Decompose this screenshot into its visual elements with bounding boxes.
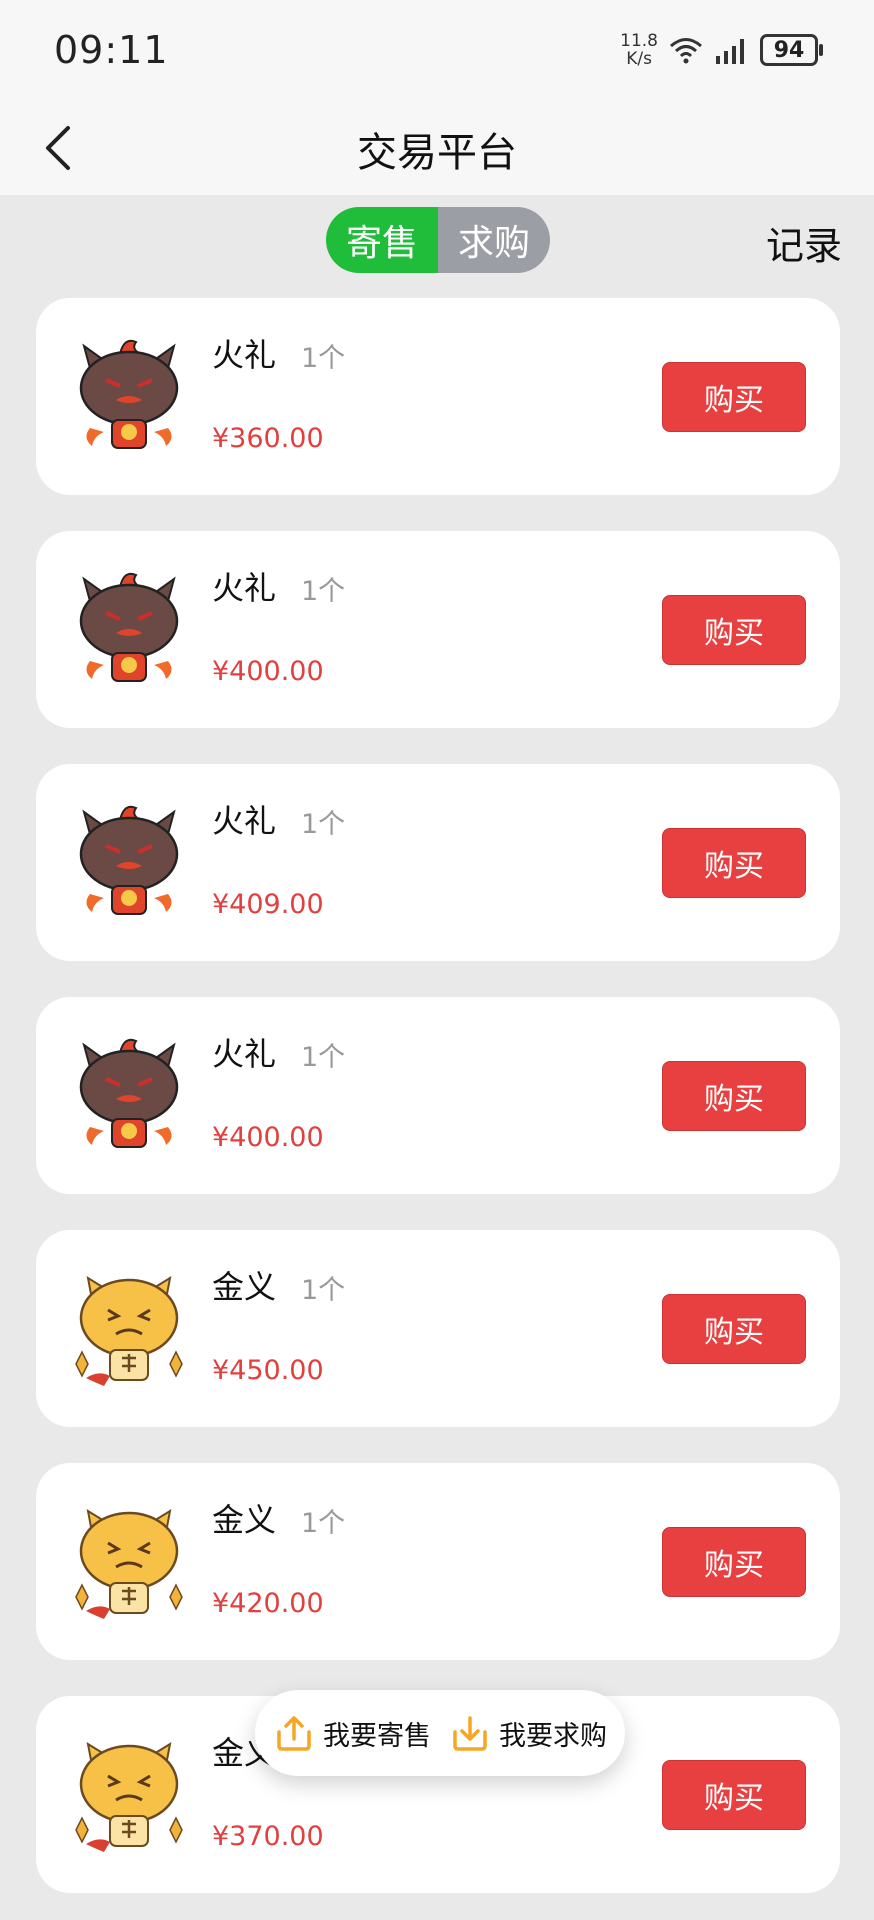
listing-card: 火礼 1个 ¥360.00 购买: [36, 298, 840, 495]
item-price: ¥420.00: [212, 1588, 324, 1619]
nav-bar: 交易平台: [0, 100, 874, 195]
item-name: 火礼: [212, 569, 277, 607]
item-name: 金义: [212, 1268, 277, 1306]
item-price: ¥450.00: [212, 1355, 324, 1386]
sell-action-button[interactable]: 我要寄售: [273, 1712, 431, 1754]
item-quantity: 1个: [301, 343, 346, 374]
sell-action-label: 我要寄售: [323, 1720, 431, 1752]
item-quantity: 1个: [301, 809, 346, 840]
floating-actions: 我要寄售 我要求购: [255, 1690, 625, 1776]
status-icons: 11.8 K/s 94: [620, 30, 823, 70]
page-title: 交易平台: [357, 130, 517, 176]
listing-card: 火礼 1个 ¥400.00 购买: [36, 531, 840, 728]
item-price: ¥370.00: [212, 1821, 324, 1852]
tab-sell[interactable]: 寄售: [326, 207, 438, 273]
item-name: 金义: [212, 1501, 277, 1539]
buy-button[interactable]: 购买: [662, 362, 806, 432]
listing-card: 金义 1个 ¥450.00 购买: [36, 1230, 840, 1427]
item-price: ¥409.00: [212, 889, 324, 920]
listing-card: 火礼 1个 ¥400.00 购买: [36, 997, 840, 1194]
item-name: 火礼: [212, 336, 277, 374]
gold-cat-icon: [75, 1275, 183, 1386]
battery-indicator: 94: [760, 34, 823, 66]
status-time: 09:11: [54, 28, 169, 72]
buy-button[interactable]: 购买: [662, 595, 806, 665]
buy-request-action-label: 我要求购: [499, 1720, 607, 1752]
buy-button[interactable]: 购买: [662, 1061, 806, 1131]
tab-buy[interactable]: 求购: [438, 207, 550, 273]
records-link[interactable]: 记录: [766, 215, 842, 270]
download-icon: [453, 1716, 487, 1751]
buy-request-action-button[interactable]: 我要求购: [449, 1712, 607, 1754]
item-price: ¥360.00: [212, 423, 324, 454]
listing-card: 火礼 1个 ¥409.00 购买: [36, 764, 840, 961]
trade-type-toggle: 寄售 求购: [326, 207, 550, 273]
fire-cat-icon: [79, 1038, 179, 1148]
wifi-icon: [670, 38, 702, 64]
item-quantity: 1个: [301, 1042, 346, 1073]
fire-cat-icon: [79, 805, 179, 915]
buy-button[interactable]: 购买: [662, 1527, 806, 1597]
buy-button[interactable]: 购买: [662, 828, 806, 898]
item-price: ¥400.00: [212, 1122, 324, 1153]
upload-icon: [277, 1716, 311, 1751]
buy-button[interactable]: 购买: [662, 1760, 806, 1830]
network-speed: 11.8 K/s: [620, 31, 658, 69]
listing-card: 金义 1个 ¥420.00 购买: [36, 1463, 840, 1660]
item-quantity: 1个: [301, 576, 346, 607]
fire-cat-icon: [79, 339, 179, 449]
item-name: 火礼: [212, 802, 277, 840]
status-bar: 09:11 11.8 K/s 94: [0, 0, 874, 100]
item-price: ¥400.00: [212, 656, 324, 687]
gold-cat-icon: [75, 1508, 183, 1619]
item-quantity: 1个: [301, 1508, 346, 1539]
gold-cat-icon: [75, 1741, 183, 1852]
item-quantity: 1个: [301, 1275, 346, 1306]
item-name: 火礼: [212, 1035, 277, 1073]
buy-button[interactable]: 购买: [662, 1294, 806, 1364]
signal-icon: [716, 39, 744, 64]
fire-cat-icon: [79, 572, 179, 682]
